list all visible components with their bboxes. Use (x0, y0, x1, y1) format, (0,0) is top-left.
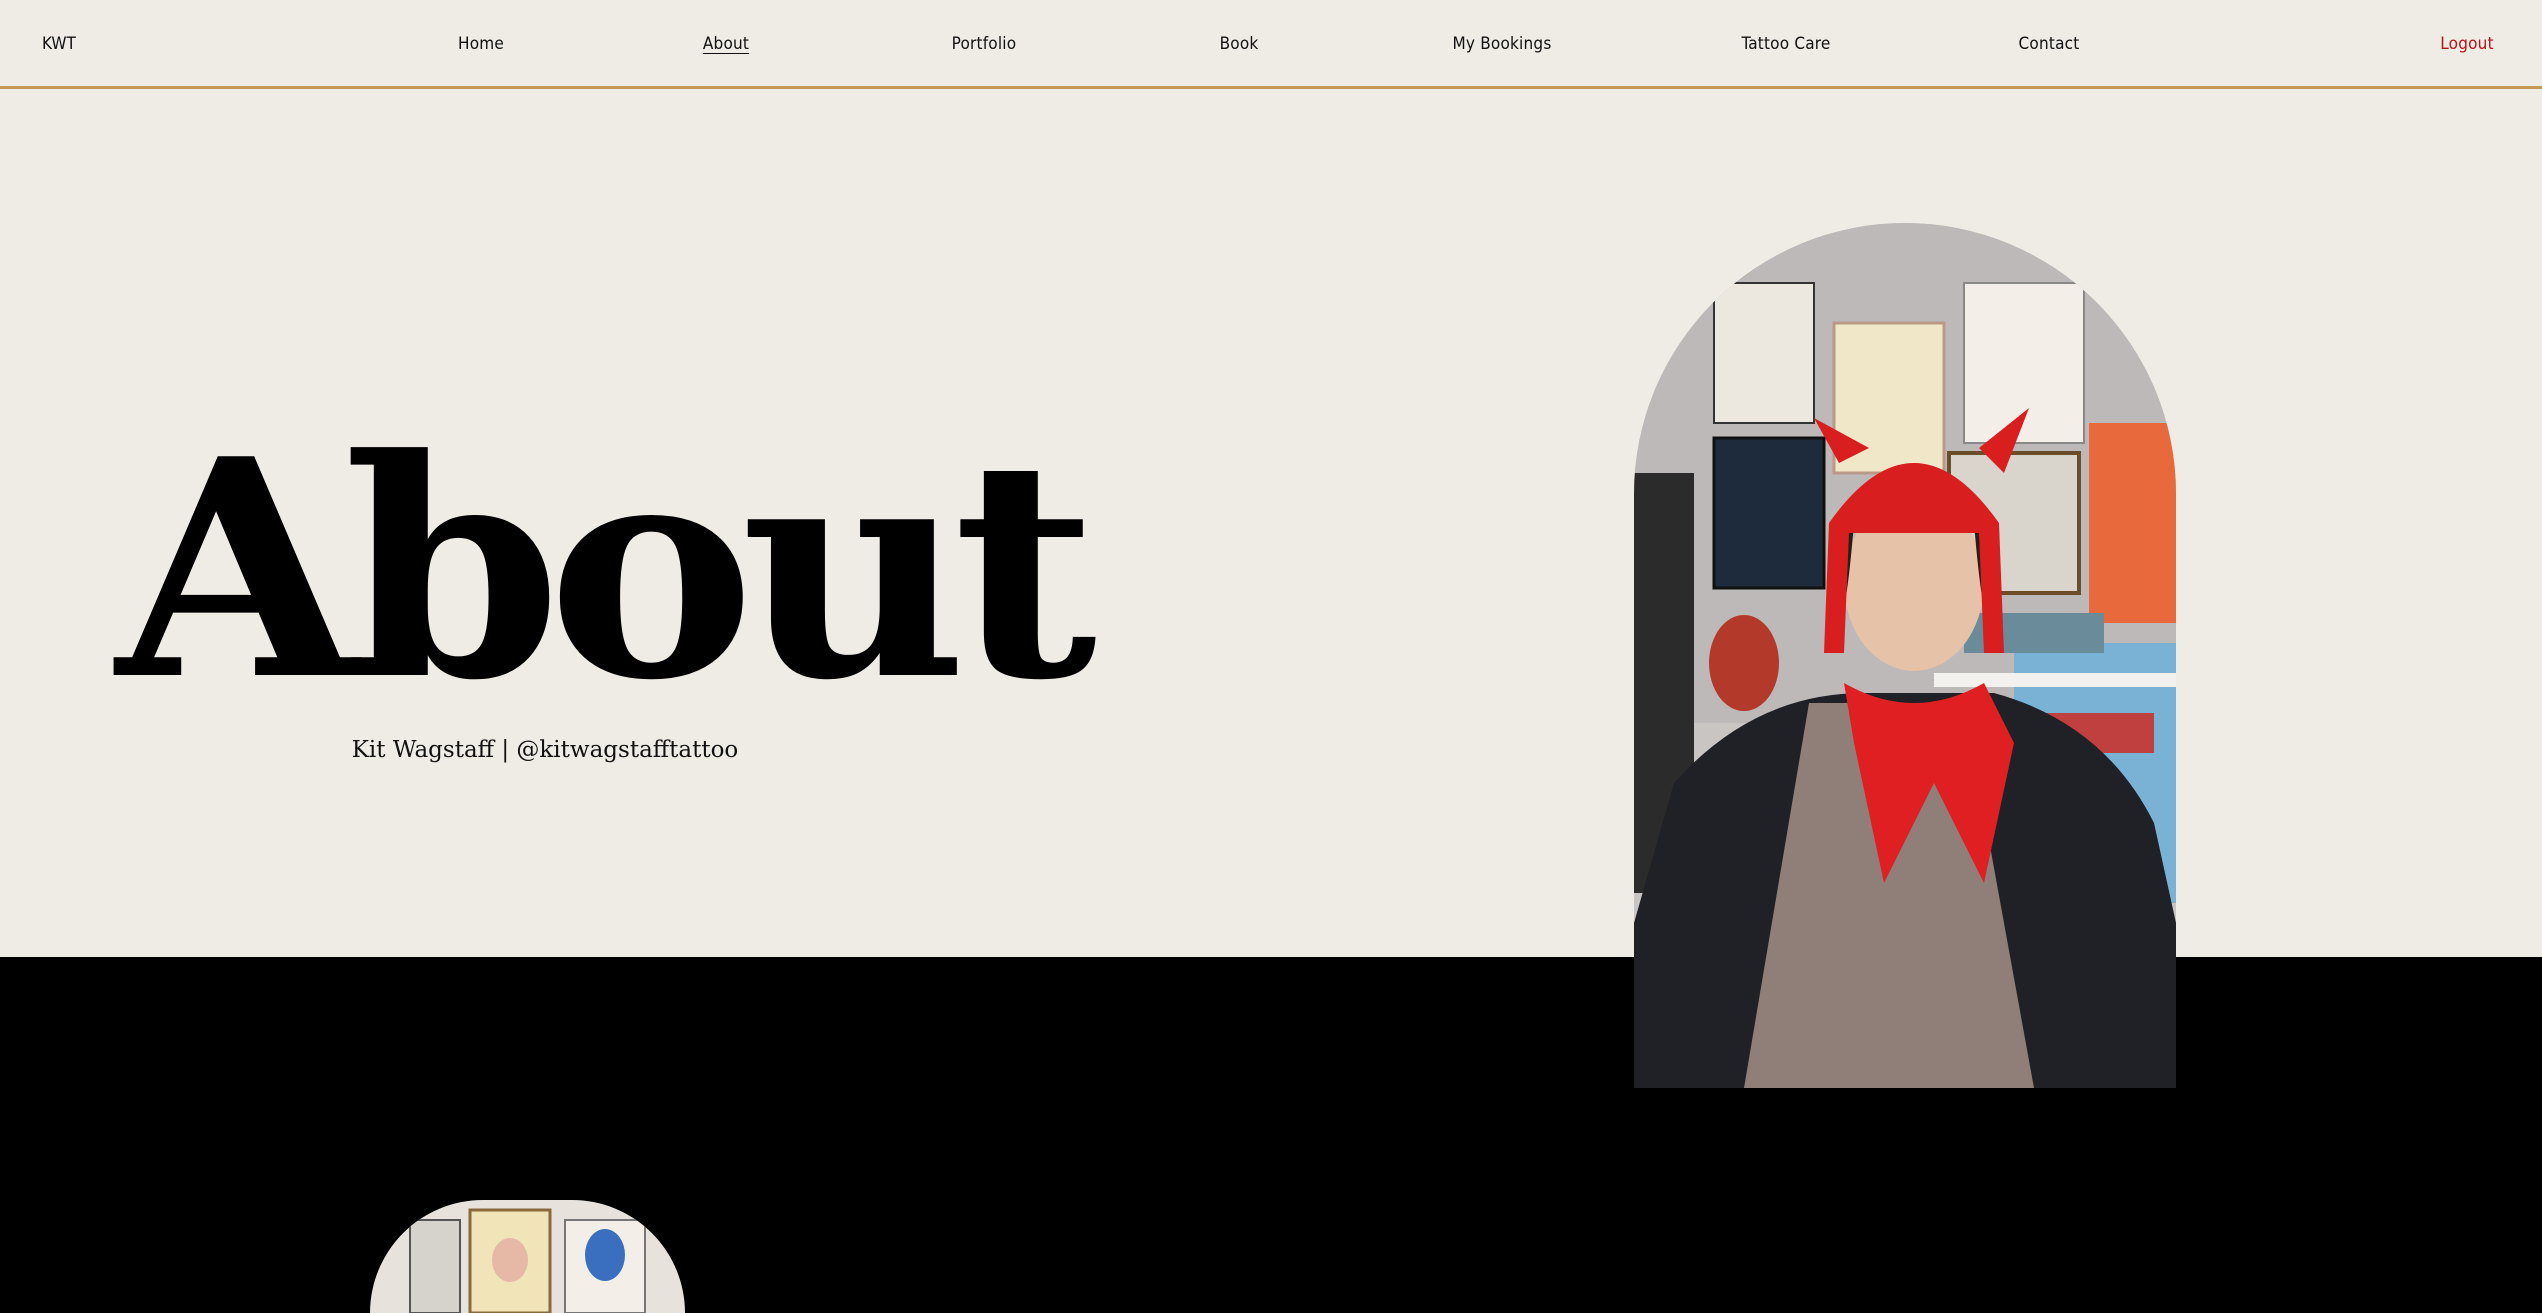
nav-book[interactable]: Book (1220, 34, 1259, 54)
logout-link[interactable]: Logout (2440, 34, 2494, 54)
nav-about[interactable]: About (703, 34, 749, 54)
nav-contact[interactable]: Contact (2019, 34, 2080, 54)
nav-home[interactable]: Home (458, 34, 504, 54)
brand-logo[interactable]: KWT (42, 34, 76, 54)
artist-handle: Kit Wagstaff | @kitwagstafftattoo (351, 737, 739, 763)
artist-portrait (1634, 223, 2176, 1088)
nav-portfolio[interactable]: Portfolio (952, 34, 1017, 54)
page-title: About (116, 393, 1097, 746)
portrait-illustration (1634, 223, 2176, 1088)
top-nav: KWT Home About Portfolio Book My Booking… (0, 0, 2542, 89)
nav-tattoo-care[interactable]: Tattoo Care (1741, 34, 1830, 54)
nav-my-bookings[interactable]: My Bookings (1453, 34, 1552, 54)
